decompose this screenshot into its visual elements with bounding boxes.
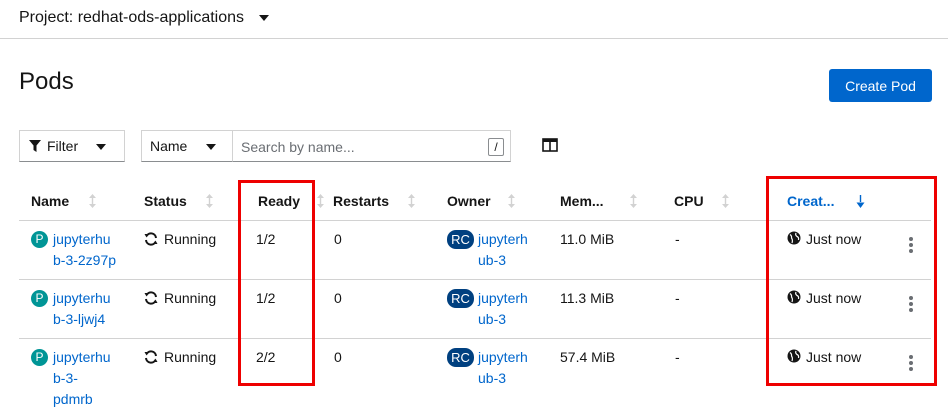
pod-name-link[interactable]: jupyterhu <box>53 347 111 368</box>
sort-icon[interactable] <box>507 193 516 209</box>
column-header-cpu[interactable]: CPU <box>674 193 704 209</box>
column-header-restarts[interactable]: Restarts <box>333 193 389 209</box>
column-header-status[interactable]: Status <box>144 193 187 209</box>
columns-icon[interactable] <box>542 138 558 152</box>
pod-status: Running <box>164 231 217 247</box>
project-selector[interactable]: Project: redhat-ods-applications <box>19 6 270 30</box>
pod-badge: P <box>31 290 48 307</box>
search-input[interactable] <box>241 137 481 157</box>
sync-icon <box>144 232 158 246</box>
search-by-select[interactable]: Name <box>141 130 233 162</box>
created-column-highlight <box>766 176 937 386</box>
owner-badge: RC <box>447 230 474 249</box>
sort-icon[interactable] <box>88 193 97 209</box>
sync-icon <box>144 350 158 364</box>
sort-icon[interactable] <box>629 193 638 209</box>
pod-status: Running <box>164 349 217 365</box>
column-header-name[interactable]: Name <box>31 193 69 209</box>
pod-memory: 57.4 MiB <box>560 349 616 365</box>
filter-label: Filter <box>47 138 79 154</box>
pod-name-link[interactable]: b-3- <box>53 368 78 389</box>
sort-icon[interactable] <box>205 193 214 209</box>
filter-icon <box>29 139 41 152</box>
pod-name-link[interactable]: jupyterhu <box>53 288 111 309</box>
pod-restarts: 0 <box>334 231 342 247</box>
filter-dropdown[interactable]: Filter <box>19 130 125 162</box>
ready-column-highlight <box>238 180 315 386</box>
slash-shortcut-hint: / <box>488 138 504 156</box>
owner-link[interactable]: ub-3 <box>478 309 506 330</box>
pod-cpu: - <box>675 290 680 306</box>
search-by-label: Name <box>150 138 188 154</box>
caret-down-icon <box>96 144 106 150</box>
owner-badge: RC <box>447 289 474 308</box>
owner-link[interactable]: jupyterh <box>478 347 528 368</box>
caret-down-icon <box>259 15 270 21</box>
pod-memory: 11.0 MiB <box>560 231 615 247</box>
owner-link[interactable]: ub-3 <box>478 250 506 271</box>
pod-name-link[interactable]: b-3-ljwj4 <box>53 309 105 330</box>
search-box: / <box>232 130 511 162</box>
caret-down-icon <box>206 144 216 150</box>
create-pod-button[interactable]: Create Pod <box>829 69 932 102</box>
pod-memory: 11.3 MiB <box>560 290 615 306</box>
sort-icon[interactable] <box>407 193 416 209</box>
pod-status: Running <box>164 290 217 306</box>
project-bar: Project: redhat-ods-applications <box>0 0 948 39</box>
sort-icon[interactable] <box>721 193 730 209</box>
pod-restarts: 0 <box>334 349 342 365</box>
pod-cpu: - <box>675 231 680 247</box>
pod-restarts: 0 <box>334 290 342 306</box>
owner-link[interactable]: jupyterh <box>478 288 528 309</box>
column-header-memory[interactable]: Mem... <box>560 193 604 209</box>
pod-cpu: - <box>675 349 680 365</box>
page-title: Pods <box>19 68 74 95</box>
sort-icon[interactable] <box>316 193 325 209</box>
owner-link[interactable]: ub-3 <box>478 368 506 389</box>
project-label: Project: redhat-ods-applications <box>19 9 245 26</box>
pod-badge: P <box>31 231 48 248</box>
pod-name-link[interactable]: b-3-2z97p <box>53 250 116 271</box>
pod-name-link[interactable]: pdmrb <box>53 389 93 410</box>
sync-icon <box>144 291 158 305</box>
owner-badge: RC <box>447 348 474 367</box>
pod-name-link[interactable]: jupyterhu <box>53 229 111 250</box>
pod-badge: P <box>31 349 48 366</box>
column-header-owner[interactable]: Owner <box>447 193 491 209</box>
owner-link[interactable]: jupyterh <box>478 229 528 250</box>
